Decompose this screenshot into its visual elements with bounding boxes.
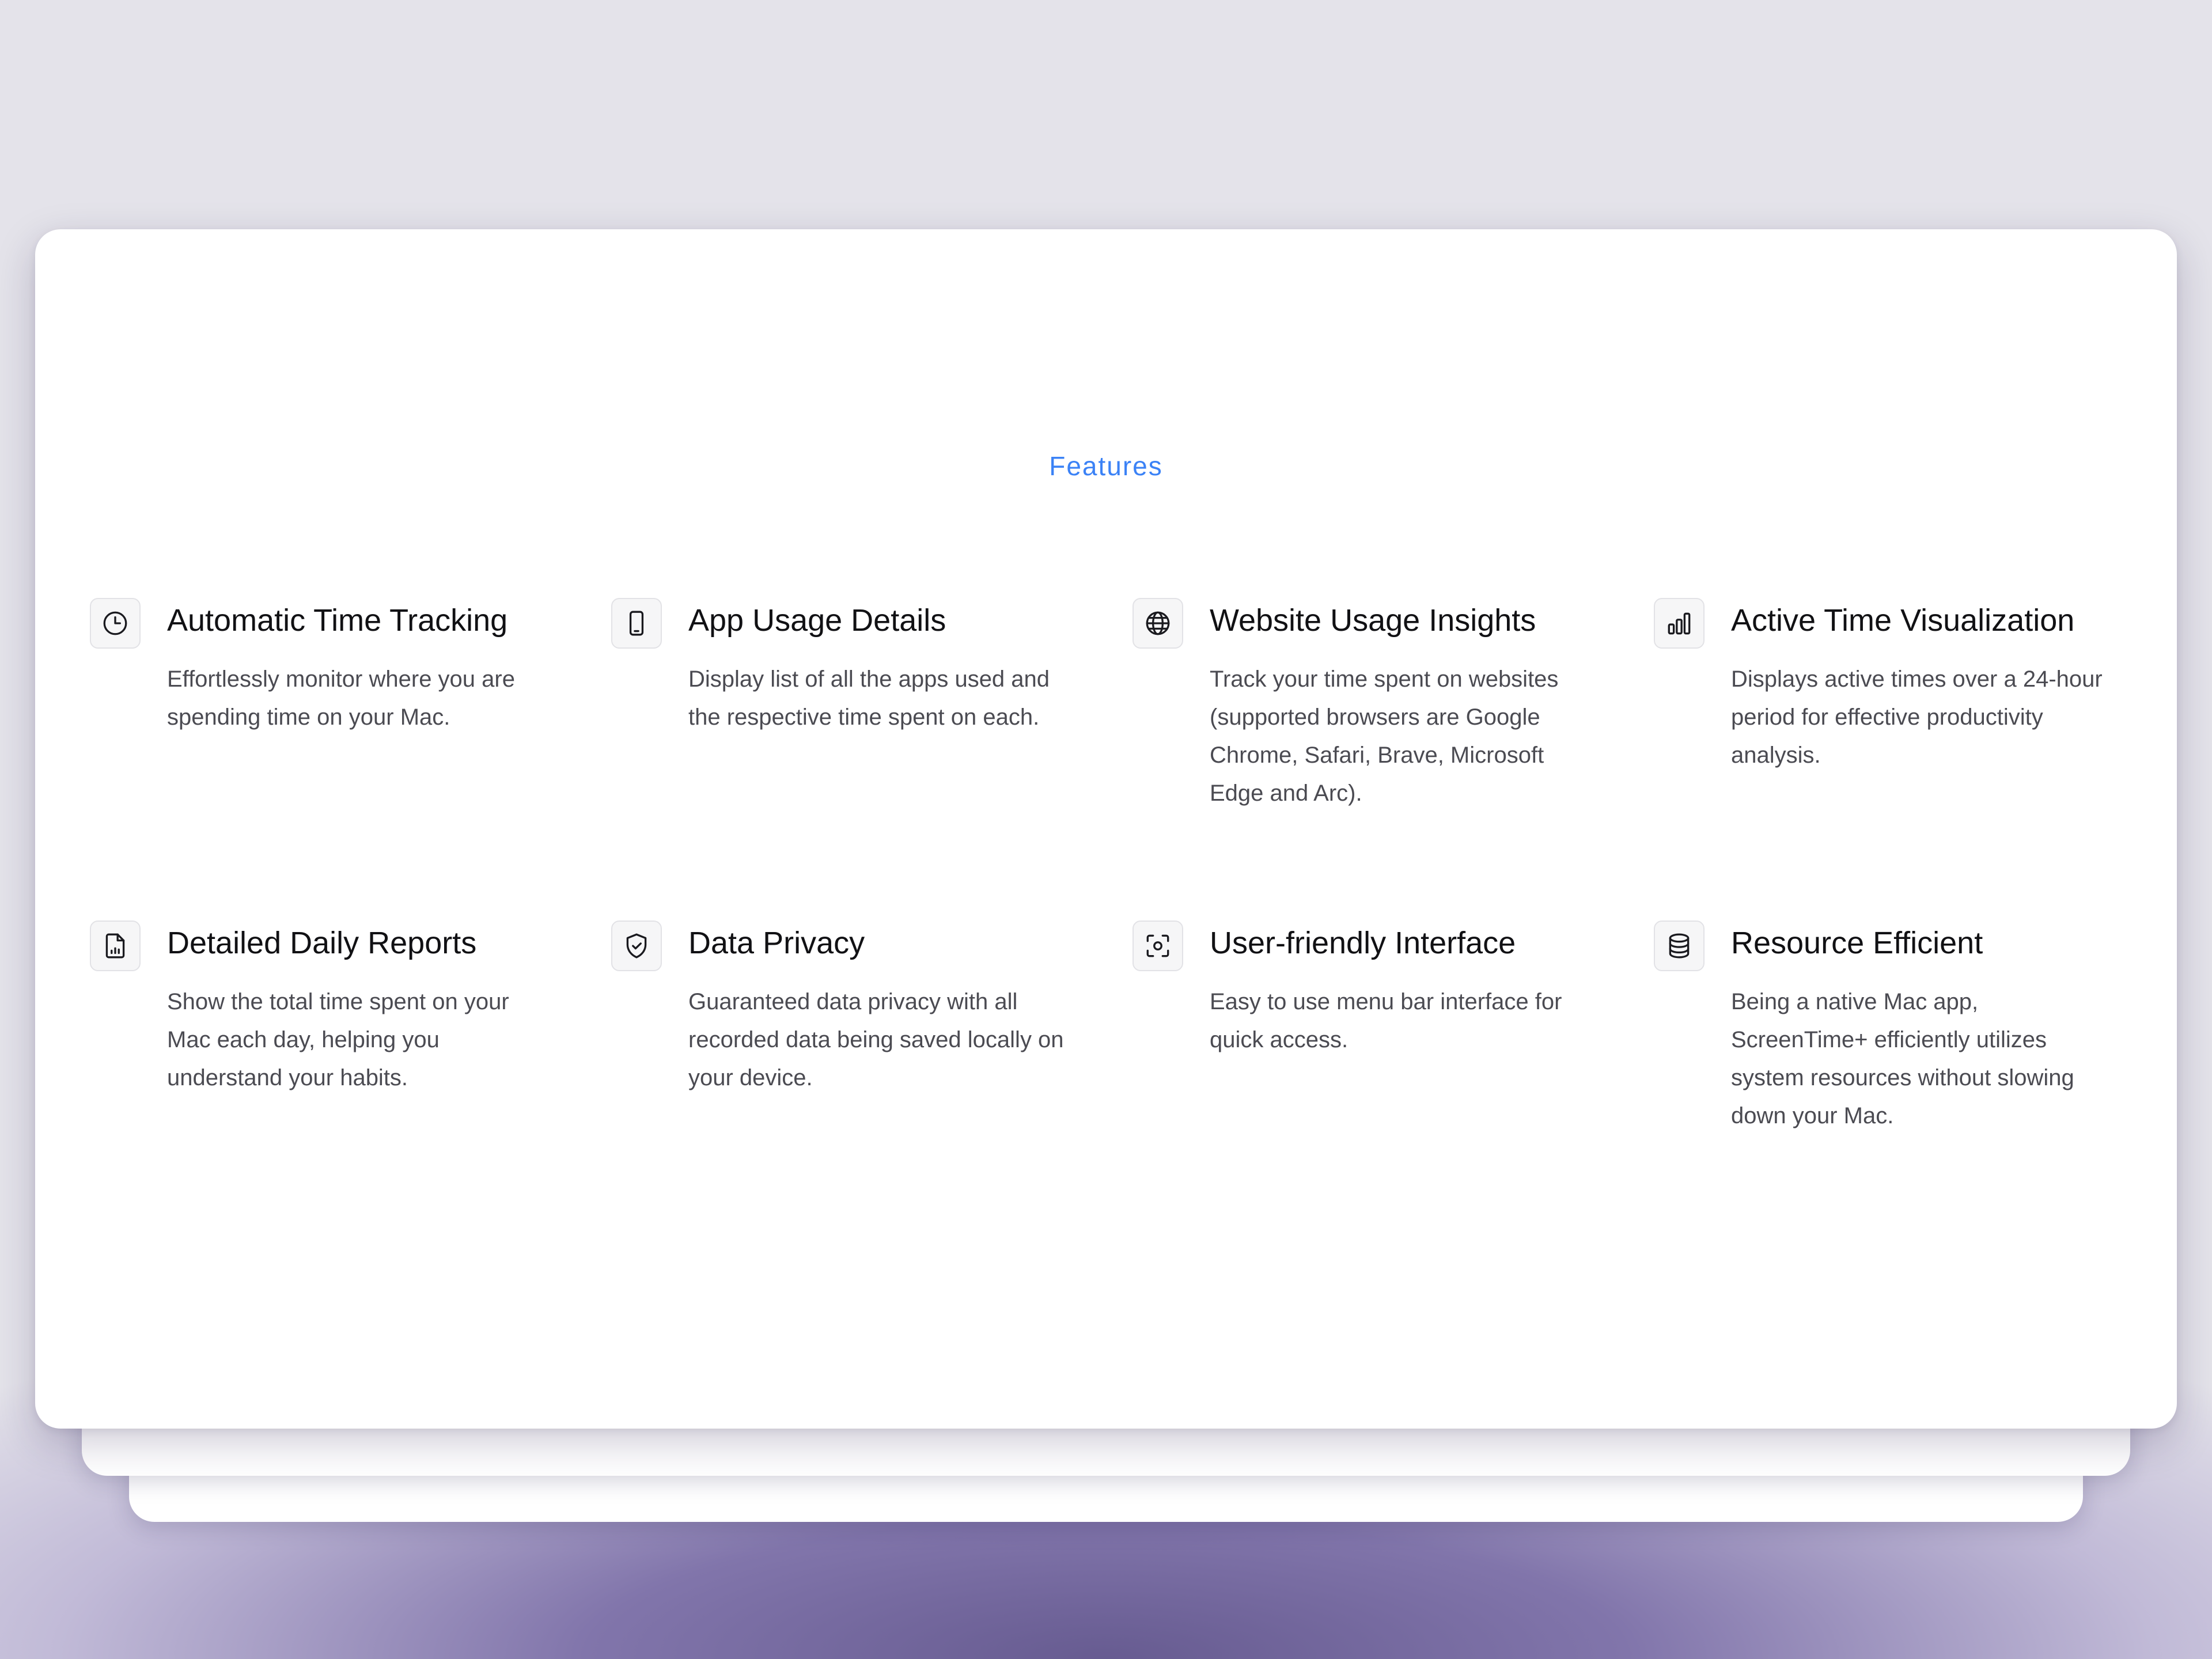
shield-check-icon bbox=[611, 921, 662, 971]
feature-description: Effortlessly monitor where you are spend… bbox=[167, 666, 515, 730]
feature-description: Displays active times over a 24-hour per… bbox=[1731, 666, 2103, 768]
feature-description: Easy to use menu bar interface for quick… bbox=[1210, 989, 1562, 1052]
feature-description: Display list of all the apps used and th… bbox=[688, 666, 1050, 730]
feature-description: Being a native Mac app, ScreenTime+ effi… bbox=[1731, 989, 2074, 1128]
feature-title: App Usage Details bbox=[688, 603, 946, 638]
feature-title: Active Time Visualization bbox=[1731, 603, 2075, 638]
bar-chart-icon bbox=[1654, 598, 1705, 649]
feature-title: Automatic Time Tracking bbox=[167, 603, 508, 638]
feature-title: Detailed Daily Reports bbox=[167, 926, 477, 960]
report-icon bbox=[90, 921, 141, 971]
section-label: Features bbox=[1049, 451, 1163, 481]
feature-description: Track your time spent on websites (suppo… bbox=[1210, 666, 1559, 806]
feature-title: User-friendly Interface bbox=[1210, 926, 1516, 960]
feature-title: Resource Efficient bbox=[1731, 926, 1983, 960]
features-card: Features Automatic Time Tracking Effortl… bbox=[35, 229, 2177, 1429]
globe-icon bbox=[1132, 598, 1183, 649]
feature-description: Guaranteed data privacy with all recorde… bbox=[688, 989, 1064, 1090]
feature-title: Website Usage Insights bbox=[1210, 603, 1536, 638]
feature-description: Show the total time spent on your Mac ea… bbox=[167, 989, 509, 1090]
clock-icon bbox=[90, 598, 141, 649]
focus-icon bbox=[1132, 921, 1183, 971]
feature-title: Data Privacy bbox=[688, 926, 865, 960]
database-icon bbox=[1654, 921, 1705, 971]
phone-icon bbox=[611, 598, 662, 649]
